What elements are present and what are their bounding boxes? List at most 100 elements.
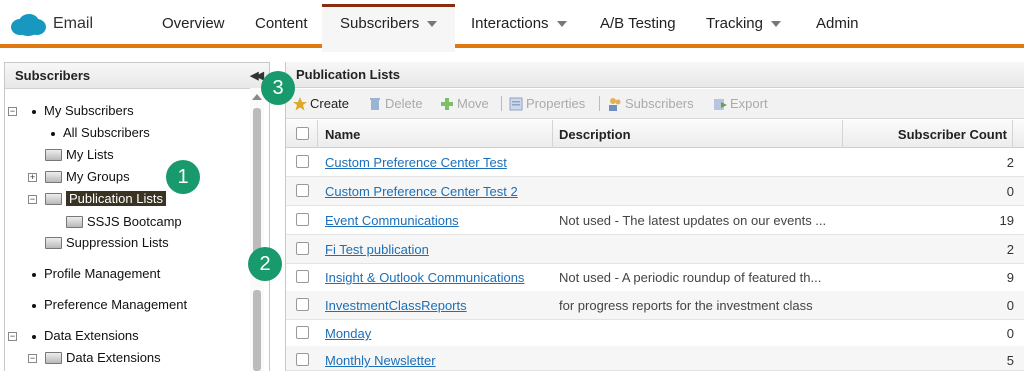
- annotation-badge-2: 2: [248, 247, 282, 281]
- chevron-down-icon: [556, 21, 567, 28]
- delete-button[interactable]: Delete: [368, 96, 423, 112]
- tree-item-label: My Groups: [66, 169, 130, 184]
- move-button[interactable]: Move: [440, 96, 489, 112]
- row-checkbox[interactable]: [296, 326, 309, 339]
- tree-item-all-subscribers[interactable]: All Subscribers: [51, 124, 150, 142]
- nav-tab-admin[interactable]: Admin: [816, 15, 859, 32]
- tree-item-my-subscribers[interactable]: − My Subscribers: [8, 102, 134, 120]
- tree-item-publication-lists[interactable]: − Publication Lists: [28, 190, 166, 208]
- scroll-up-arrow-icon[interactable]: [252, 94, 262, 100]
- tree-item-profile-management[interactable]: Profile Management: [32, 265, 160, 283]
- subscriber-count: 5: [1006, 353, 1014, 368]
- double-chevron-left-icon[interactable]: ◀◀: [250, 69, 264, 82]
- collapse-toggle-icon[interactable]: −: [28, 354, 37, 363]
- table-row[interactable]: Monday 0: [286, 319, 1024, 348]
- nav-tab-label: Subscribers: [340, 15, 420, 32]
- list-name-link[interactable]: InvestmentClassReports: [325, 298, 467, 313]
- bullet-icon: [51, 131, 55, 136]
- list-name-link[interactable]: Fi Test publication: [325, 242, 429, 257]
- trash-icon: [370, 97, 380, 110]
- row-checkbox[interactable]: [296, 270, 309, 283]
- collapse-toggle-icon[interactable]: −: [8, 107, 17, 116]
- tree-item-data-extensions-folder[interactable]: − Data Extensions: [28, 349, 161, 367]
- annotation-badge-3: 3: [261, 71, 295, 105]
- subscribers-button[interactable]: Subscribers: [608, 96, 694, 112]
- scrollbar-thumb[interactable]: [253, 108, 261, 258]
- nav-tab-subscribers[interactable]: Subscribers: [340, 15, 438, 32]
- table-row[interactable]: Custom Preference Center Test 2: [286, 148, 1024, 177]
- table-row[interactable]: Event Communications Not used - The late…: [286, 206, 1024, 235]
- table-row[interactable]: Custom Preference Center Test 2 0: [286, 177, 1024, 206]
- nav-tab-label: Admin: [816, 15, 859, 32]
- table-row[interactable]: Monthly Newsletter 5: [286, 346, 1024, 371]
- row-checkbox[interactable]: [296, 155, 309, 168]
- nav-tab-content[interactable]: Content: [255, 15, 308, 32]
- column-divider: [1012, 120, 1013, 148]
- list-description: for progress reports for the investment …: [559, 298, 813, 313]
- row-checkbox[interactable]: [296, 184, 309, 197]
- properties-label: Properties: [526, 96, 586, 111]
- column-header-subscriber-count[interactable]: Subscriber Count: [898, 127, 1007, 142]
- tree-item-data-extensions-root[interactable]: − Data Extensions: [8, 327, 139, 345]
- annotation-badge-1: 1: [166, 160, 200, 194]
- column-header-name[interactable]: Name: [325, 127, 360, 142]
- people-icon: [609, 97, 621, 111]
- sidebar-title: Subscribers: [15, 68, 91, 83]
- list-name-link[interactable]: Monday: [325, 326, 371, 341]
- collapse-toggle-icon[interactable]: −: [8, 332, 17, 341]
- list-name-link[interactable]: Custom Preference Center Test 2: [325, 184, 518, 199]
- toolbar-separator: [599, 96, 600, 111]
- subscriber-count: 2: [1006, 242, 1014, 257]
- folder-icon: [45, 170, 62, 183]
- nav-tab-overview[interactable]: Overview: [162, 15, 225, 32]
- row-checkbox[interactable]: [296, 213, 309, 226]
- subscribers-label: Subscribers: [625, 96, 694, 111]
- row-checkbox[interactable]: [296, 242, 309, 255]
- tree-item-label-selected: Publication Lists: [66, 191, 166, 206]
- row-checkbox[interactable]: [296, 298, 309, 311]
- properties-icon: [509, 97, 523, 111]
- tree-item-preference-management[interactable]: Preference Management: [32, 296, 187, 314]
- tree-item-label: My Lists: [66, 147, 114, 162]
- folder-icon: [45, 236, 62, 249]
- bullet-icon: [32, 109, 36, 114]
- tree-item-my-groups[interactable]: + My Groups: [28, 168, 130, 186]
- select-all-checkbox[interactable]: [296, 127, 309, 140]
- nav-tab-tracking[interactable]: Tracking: [706, 15, 781, 32]
- create-button[interactable]: Create: [293, 96, 349, 112]
- nav-tab-label: Tracking: [706, 15, 763, 32]
- table-row[interactable]: Insight & Outlook Communications Not use…: [286, 263, 1024, 292]
- properties-button[interactable]: Properties: [509, 96, 585, 112]
- column-header-description[interactable]: Description: [559, 127, 631, 142]
- subscriber-count: 0: [1006, 184, 1014, 199]
- table-row[interactable]: InvestmentClassReports for progress repo…: [286, 291, 1024, 320]
- tree-item-label: Suppression Lists: [66, 235, 169, 250]
- folder-icon: [45, 192, 62, 205]
- tree-item-ssjs-bootcamp[interactable]: SSJS Bootcamp: [66, 213, 182, 231]
- list-description: Not used - A periodic roundup of feature…: [559, 270, 822, 285]
- subscriber-count: 9: [1006, 270, 1014, 285]
- list-name-link[interactable]: Insight & Outlook Communications: [325, 270, 524, 285]
- list-name-link[interactable]: Event Communications: [325, 213, 459, 228]
- list-name-link[interactable]: Custom Preference Center Test: [325, 155, 507, 170]
- nav-tab-interactions[interactable]: Interactions: [471, 15, 567, 32]
- tree-item-my-lists[interactable]: My Lists: [45, 146, 114, 164]
- tree-item-label: Preference Management: [44, 297, 188, 312]
- app-name[interactable]: Email: [53, 15, 93, 33]
- salesforce-cloud-logo: [11, 14, 46, 36]
- row-checkbox[interactable]: [296, 353, 309, 366]
- nav-tab-label: Content: [255, 15, 308, 32]
- export-label: Export: [730, 96, 768, 111]
- tree-item-suppression-lists[interactable]: Suppression Lists: [45, 234, 169, 252]
- column-divider: [842, 120, 843, 148]
- expand-toggle-icon[interactable]: +: [28, 173, 37, 182]
- list-name-link[interactable]: Monthly Newsletter: [325, 353, 436, 368]
- export-button[interactable]: Export: [713, 96, 768, 112]
- tree-item-label: All Subscribers: [63, 125, 150, 140]
- toolbar: Create Delete Move Properties Subscriber…: [286, 89, 1024, 119]
- table-row[interactable]: Fi Test publication 2: [286, 235, 1024, 264]
- nav-tab-ab-testing[interactable]: A/B Testing: [600, 15, 676, 32]
- collapse-toggle-icon[interactable]: −: [28, 195, 37, 204]
- scrollbar-lower-track[interactable]: [253, 290, 261, 371]
- main-panel-title: Publication Lists: [296, 67, 401, 82]
